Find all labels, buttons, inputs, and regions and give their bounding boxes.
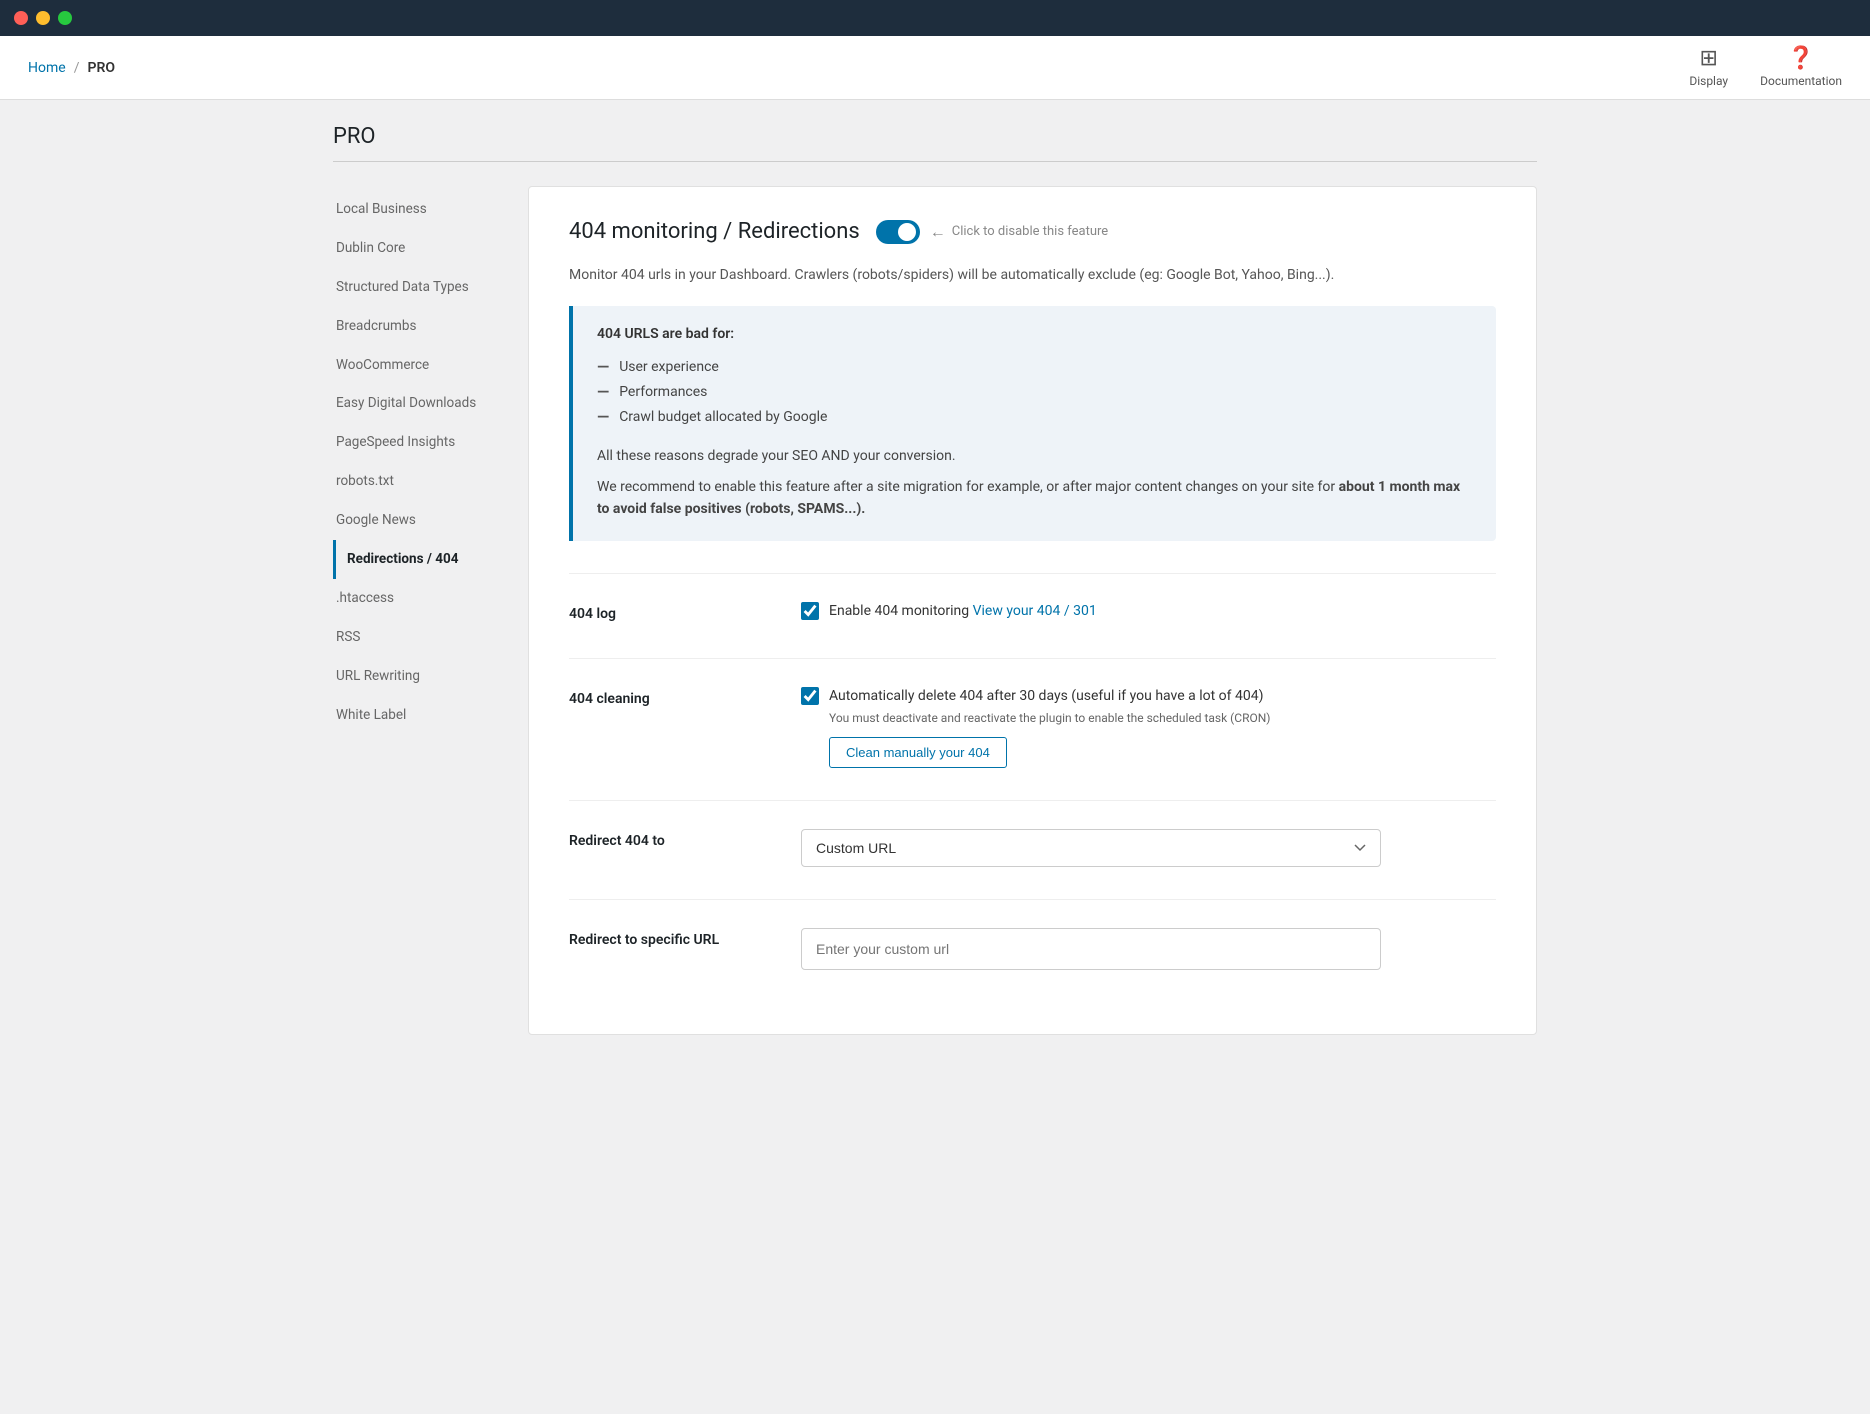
specific-url-input[interactable] — [801, 928, 1381, 970]
info-box-title: 404 URLS are bad for: — [597, 326, 1472, 342]
breadcrumb-current: PRO — [87, 60, 115, 76]
documentation-icon: ❓ — [1787, 48, 1814, 70]
documentation-action[interactable]: ❓ Documentation — [1760, 48, 1842, 88]
redirect-control: Custom URL Homepage 404 Page None — [801, 829, 1496, 867]
sidebar-item-woocommerce[interactable]: WooCommerce — [333, 346, 528, 385]
redirect-select[interactable]: Custom URL Homepage 404 Page None — [801, 829, 1381, 867]
cleaning-control: Automatically delete 404 after 30 days (… — [801, 687, 1496, 768]
form-divider-4 — [569, 899, 1496, 900]
info-box-note: All these reasons degrade your SEO AND y… — [597, 445, 1472, 467]
info-box-list: — User experience — Performances — Crawl… — [597, 354, 1472, 429]
display-action[interactable]: ⊞ Display — [1689, 48, 1728, 88]
list-item-1: User experience — [619, 359, 719, 375]
display-icon: ⊞ — [1699, 48, 1717, 70]
feature-title: 404 monitoring / Redirections — [569, 219, 860, 244]
log-label: 404 log — [569, 602, 769, 622]
list-item: — Performances — [597, 379, 1472, 404]
list-item-2: Performances — [619, 384, 707, 400]
list-item: — User experience — [597, 354, 1472, 379]
feature-toggle[interactable] — [876, 220, 920, 244]
redirect-form-row: Redirect 404 to Custom URL Homepage 404 … — [569, 829, 1496, 867]
sidebar: Local Business Dublin Core Structured Da… — [333, 186, 528, 1035]
arrow-left-icon: ← — [930, 222, 946, 242]
info-box: 404 URLS are bad for: — User experience … — [569, 306, 1496, 540]
toggle-hint-text: Click to disable this feature — [952, 224, 1108, 239]
recommend-text: We recommend to enable this feature afte… — [597, 479, 1339, 495]
view-404-link[interactable]: View your 404 / 301 — [973, 603, 1097, 619]
form-divider-2 — [569, 658, 1496, 659]
specific-url-label: Redirect to specific URL — [569, 928, 769, 948]
list-dash-2: — — [597, 382, 609, 401]
toggle-container: ← Click to disable this feature — [876, 220, 1108, 244]
form-divider-1 — [569, 573, 1496, 574]
cleaning-checkbox-label: Automatically delete 404 after 30 days (… — [829, 688, 1263, 704]
sidebar-item-google-news[interactable]: Google News — [333, 501, 528, 540]
documentation-label: Documentation — [1760, 74, 1842, 88]
traffic-light-red — [14, 11, 28, 25]
top-nav: Home / PRO ⊞ Display ❓ Documentation — [0, 36, 1870, 100]
sidebar-item-robots[interactable]: robots.txt — [333, 462, 528, 501]
log-checkbox[interactable] — [801, 602, 819, 620]
list-item: — Crawl budget allocated by Google — [597, 404, 1472, 429]
list-item-3: Crawl budget allocated by Google — [619, 409, 827, 425]
info-text: Monitor 404 urls in your Dashboard. Craw… — [569, 264, 1496, 286]
info-box-recommend: We recommend to enable this feature afte… — [597, 476, 1472, 521]
cleaning-checkbox[interactable] — [801, 687, 819, 705]
sidebar-item-url-rewriting[interactable]: URL Rewriting — [333, 657, 528, 696]
sidebar-item-redirections[interactable]: Redirections / 404 — [333, 540, 528, 579]
log-control: Enable 404 monitoring View your 404 / 30… — [801, 602, 1496, 626]
redirect-label: Redirect 404 to — [569, 829, 769, 849]
sidebar-item-rss[interactable]: RSS — [333, 618, 528, 657]
sidebar-item-white-label[interactable]: White Label — [333, 696, 528, 735]
cleaning-label: 404 cleaning — [569, 687, 769, 707]
main-content: 404 monitoring / Redirections ← Click to… — [528, 186, 1537, 1035]
breadcrumb-home-link[interactable]: Home — [28, 60, 66, 76]
sidebar-item-dublin-core[interactable]: Dublin Core — [333, 229, 528, 268]
sidebar-item-pagespeed[interactable]: PageSpeed Insights — [333, 423, 528, 462]
traffic-light-green — [58, 11, 72, 25]
display-label: Display — [1689, 74, 1728, 88]
toggle-slider — [876, 220, 920, 244]
specific-url-form-row: Redirect to specific URL — [569, 928, 1496, 970]
title-bar — [0, 0, 1870, 36]
clean-manually-button[interactable]: Clean manually your 404 — [829, 737, 1007, 768]
feature-header: 404 monitoring / Redirections ← Click to… — [569, 219, 1496, 244]
breadcrumb: Home / PRO — [28, 60, 115, 76]
specific-url-control — [801, 928, 1496, 970]
log-checkbox-text: Enable 404 monitoring — [829, 603, 973, 619]
content-layout: Local Business Dublin Core Structured Da… — [333, 186, 1537, 1035]
sidebar-item-structured-data[interactable]: Structured Data Types — [333, 268, 528, 307]
traffic-light-yellow — [36, 11, 50, 25]
page-wrapper: PRO Local Business Dublin Core Structure… — [305, 100, 1565, 1059]
toggle-hint[interactable]: ← Click to disable this feature — [930, 222, 1108, 242]
log-checkbox-row: Enable 404 monitoring View your 404 / 30… — [801, 602, 1496, 620]
list-dash-1: — — [597, 357, 609, 376]
breadcrumb-separator: / — [74, 60, 80, 76]
nav-actions: ⊞ Display ❓ Documentation — [1689, 48, 1842, 88]
cleaning-form-row: 404 cleaning Automatically delete 404 af… — [569, 687, 1496, 768]
form-divider-3 — [569, 800, 1496, 801]
sidebar-item-breadcrumbs[interactable]: Breadcrumbs — [333, 307, 528, 346]
cleaning-checkbox-row: Automatically delete 404 after 30 days (… — [801, 687, 1496, 705]
cleaning-helper-text: You must deactivate and reactivate the p… — [829, 711, 1496, 725]
list-dash-3: — — [597, 407, 609, 426]
sidebar-item-local-business[interactable]: Local Business — [333, 190, 528, 229]
page-title: PRO — [333, 124, 376, 149]
log-checkbox-label: Enable 404 monitoring View your 404 / 30… — [829, 603, 1097, 619]
page-title-row: PRO — [333, 124, 1537, 162]
sidebar-item-htaccess[interactable]: .htaccess — [333, 579, 528, 618]
log-form-row: 404 log Enable 404 monitoring View your … — [569, 602, 1496, 626]
sidebar-item-easy-digital[interactable]: Easy Digital Downloads — [333, 384, 528, 423]
